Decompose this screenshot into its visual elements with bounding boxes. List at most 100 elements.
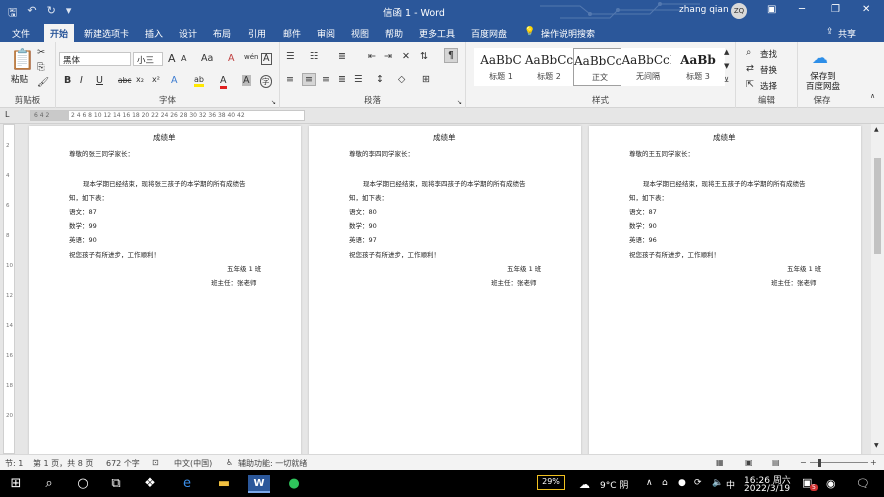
char-border-icon[interactable]: A	[261, 53, 272, 65]
align-center-icon[interactable]: ≡	[302, 73, 316, 86]
word-taskbar-icon[interactable]: W	[248, 475, 270, 493]
customize-qa-icon[interactable]: ▾	[66, 4, 72, 23]
ribbon-display-options-icon[interactable]: ▣	[767, 4, 776, 15]
print-layout-icon[interactable]: ▣	[745, 458, 753, 467]
chinese-layout-icon[interactable]: ✕	[402, 51, 410, 62]
weather-text[interactable]: 9°C 阴	[600, 478, 628, 491]
style-heading2[interactable]: AaBbCc 标题 2	[522, 48, 576, 86]
file-explorer-icon[interactable]: ▬	[213, 475, 235, 493]
style-heading1[interactable]: AaBbC 标题 1	[474, 48, 528, 86]
scroll-down-icon[interactable]: ▼	[874, 442, 879, 449]
grow-font-icon[interactable]: A	[168, 52, 176, 65]
zoom-out-button[interactable]: −	[800, 458, 807, 467]
highlight-icon[interactable]: ab	[194, 75, 204, 87]
action-center-icon[interactable]: 🗨	[856, 477, 870, 490]
user-name[interactable]: zhang qian	[679, 5, 729, 15]
ime-indicator[interactable]: 中	[726, 478, 735, 491]
find-button[interactable]: 查找	[760, 48, 777, 60]
tab-selector-icon[interactable]: L	[5, 110, 9, 119]
battery-indicator[interactable]: 29%	[537, 475, 565, 490]
borders-icon[interactable]: ⊞	[422, 74, 430, 85]
show-marks-icon[interactable]: ¶	[444, 48, 459, 63]
status-page[interactable]: 第 1 页，共 8 页	[33, 458, 93, 469]
tab-home[interactable]: 开始	[44, 24, 75, 42]
save-icon[interactable]: 🖫	[8, 4, 17, 23]
scroll-up-icon[interactable]: ▲	[874, 126, 879, 133]
paste-button[interactable]: 粘贴	[11, 73, 28, 85]
copy-icon[interactable]: ⎘	[37, 62, 45, 73]
line-spacing-icon[interactable]: ↕	[376, 74, 384, 85]
shading-icon[interactable]: ◇	[398, 74, 405, 85]
tray-network-icon[interactable]: ⌂	[662, 478, 668, 488]
tab-view[interactable]: 视图	[351, 27, 369, 40]
cortana-icon[interactable]: ○	[72, 475, 94, 493]
text-effects-icon[interactable]: A	[171, 75, 178, 86]
windows-start-icon[interactable]: ⊞	[5, 475, 27, 493]
vertical-scrollbar[interactable]: ▲ ▼	[871, 124, 884, 454]
align-right-icon[interactable]: ≡	[322, 74, 330, 85]
tab-references[interactable]: 引用	[248, 27, 266, 40]
tab-new[interactable]: 新建选项卡	[84, 27, 129, 40]
baidu-netdisk-icon[interactable]: ☁	[812, 48, 828, 67]
restore-button[interactable]: ❐	[831, 4, 840, 15]
tray-expand-icon[interactable]: ∧	[646, 478, 653, 488]
volume-icon[interactable]: 🔈	[712, 478, 723, 488]
tab-help[interactable]: 帮助	[385, 27, 403, 40]
enclose-char-icon[interactable]: 字	[260, 75, 272, 88]
superscript-button[interactable]: x²	[152, 75, 160, 84]
tab-layout[interactable]: 布局	[213, 27, 231, 40]
strikethrough-button[interactable]: abc	[118, 76, 131, 85]
page-1[interactable]: 成绩单 尊敬的张三同学家长： 现本学期已经结束，现将张三孩子的本学期的所有成绩告…	[29, 126, 301, 454]
char-shading-icon[interactable]: A	[242, 75, 251, 86]
bullets-icon[interactable]: ☰	[286, 51, 295, 62]
tab-more-tools[interactable]: 更多工具	[419, 27, 455, 40]
tell-me-search[interactable]: 操作说明搜索	[541, 27, 595, 40]
format-painter-icon[interactable]: 🖌	[37, 77, 49, 88]
document-area[interactable]: 成绩单 尊敬的张三同学家长： 现本学期已经结束，现将张三孩子的本学期的所有成绩告…	[16, 124, 871, 454]
shrink-font-icon[interactable]: A	[181, 54, 186, 63]
style-no-spacing[interactable]: AaBbCcI 无间隔	[621, 48, 675, 86]
align-left-icon[interactable]: ≡	[286, 74, 294, 85]
font-color-icon[interactable]: A	[220, 75, 227, 89]
zoom-slider-thumb[interactable]	[818, 459, 821, 467]
page-3[interactable]: 成绩单 尊敬的王五同学家长： 现本学期已经结束，现将王五孩子的本学期的所有成绩告…	[589, 126, 861, 454]
tray-sync-icon[interactable]: ⟳	[694, 478, 702, 488]
style-heading3[interactable]: AaBb 标题 3	[671, 48, 725, 86]
save-to-netdisk-button[interactable]: 保存到 百度网盘	[806, 72, 840, 92]
phonetic-guide-icon[interactable]: wén	[244, 53, 258, 61]
justify-icon[interactable]: ≣	[338, 74, 346, 85]
app-tray-icon[interactable]: ◉	[826, 477, 836, 490]
edge-icon[interactable]: e	[176, 475, 198, 493]
subscript-button[interactable]: x₂	[136, 75, 144, 84]
select-button[interactable]: 选择	[760, 80, 777, 92]
underline-button[interactable]: U	[96, 75, 103, 86]
cut-icon[interactable]: ✂	[37, 47, 45, 58]
vertical-ruler[interactable]: 2 4 6 8 10 12 14 16 18 20	[3, 124, 15, 454]
numbering-icon[interactable]: ☷	[310, 51, 319, 62]
scrollbar-thumb[interactable]	[874, 158, 881, 254]
proofing-icon[interactable]: ⊡	[152, 458, 159, 467]
bold-button[interactable]: B	[64, 75, 71, 86]
status-section[interactable]: 节: 1	[5, 458, 23, 469]
font-dialog-launcher-icon[interactable]: ↘	[271, 99, 276, 106]
tab-mailings[interactable]: 邮件	[283, 27, 301, 40]
minimize-button[interactable]: ─	[799, 4, 805, 15]
replace-button[interactable]: 替换	[760, 64, 777, 76]
app-icon[interactable]: ❖	[139, 475, 161, 493]
avatar[interactable]: ZQ	[731, 3, 747, 19]
clear-format-icon[interactable]: A	[228, 53, 235, 64]
close-button[interactable]: ✕	[862, 4, 870, 15]
decrease-indent-icon[interactable]: ⇤	[368, 51, 376, 62]
collapse-ribbon-icon[interactable]: ∧	[870, 92, 875, 100]
redo-icon[interactable]: ↻	[47, 4, 56, 23]
tray-app-icon[interactable]: ●	[678, 478, 686, 488]
paste-icon[interactable]: 📋	[10, 47, 35, 71]
task-view-icon[interactable]: ⧉	[105, 475, 127, 493]
tab-review[interactable]: 审阅	[317, 27, 335, 40]
web-layout-icon[interactable]: ▤	[772, 458, 780, 467]
font-name-select[interactable]: 黑体	[59, 52, 131, 66]
font-size-select[interactable]: 小三	[133, 52, 163, 66]
search-icon[interactable]: ⌕	[38, 475, 60, 493]
multilevel-list-icon[interactable]: ≣	[338, 51, 346, 62]
status-accessibility[interactable]: 辅助功能: 一切就绪	[238, 458, 307, 469]
